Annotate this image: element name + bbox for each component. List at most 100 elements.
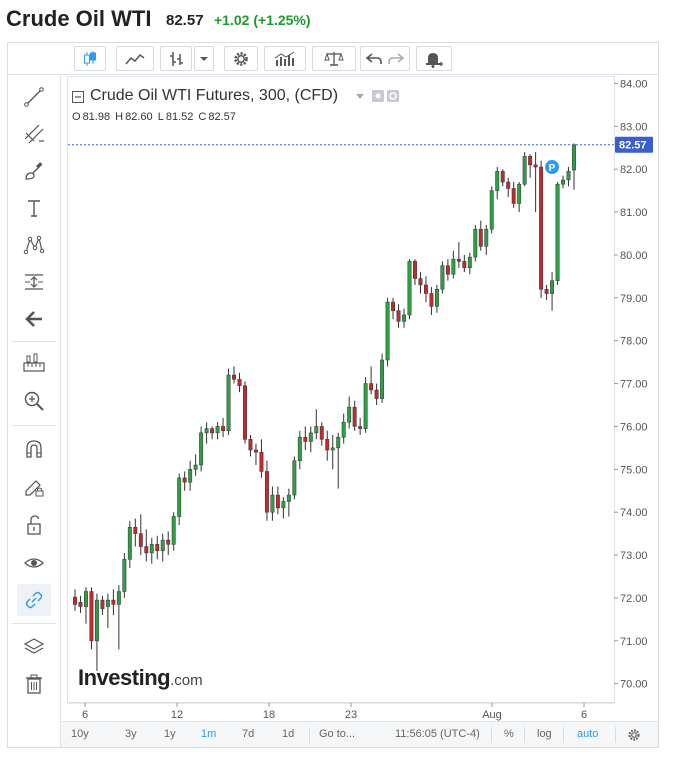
candle-body — [572, 144, 576, 171]
open-label: O — [72, 111, 81, 123]
candle-body — [270, 494, 275, 513]
y-tick-label: 73.00 — [620, 550, 648, 562]
candle-body — [462, 261, 467, 269]
candle-body — [259, 451, 264, 472]
candle-body — [511, 188, 516, 204]
y-tick-label: 83.00 — [620, 121, 648, 133]
log-toggle[interactable]: log — [537, 728, 552, 740]
candle-body — [352, 406, 357, 427]
candle-body — [248, 439, 253, 451]
candle-body — [204, 428, 209, 434]
y-tick-label: 72.00 — [620, 593, 648, 605]
candle-body — [566, 171, 571, 181]
candle-body — [89, 591, 94, 642]
candle-body — [363, 383, 368, 429]
close-value: 82.57 — [208, 111, 236, 123]
candle-body — [215, 426, 220, 434]
candle-body — [555, 183, 560, 281]
high-value: 82.60 — [125, 111, 153, 123]
candle-body — [303, 436, 308, 442]
header: Crude Oil WTI 82.57 +1.02 (+1.25%) — [0, 0, 680, 42]
candle-body — [138, 533, 143, 547]
hide-series-icon[interactable] — [372, 90, 384, 102]
candle-body — [232, 374, 236, 380]
candle-body — [177, 477, 182, 517]
candle-body — [243, 385, 247, 440]
low-value: 81.52 — [165, 111, 194, 123]
auto-toggle[interactable]: auto — [577, 728, 598, 740]
y-tick-label: 71.00 — [620, 636, 648, 648]
candle-body — [308, 432, 313, 442]
candle-body — [193, 464, 198, 470]
chart-settings-icon[interactable] — [627, 728, 641, 742]
candle-body — [155, 544, 160, 552]
legend-dropdown-icon[interactable] — [355, 93, 365, 101]
close-label: C — [198, 111, 207, 123]
x-tick-label: 23 — [345, 709, 357, 721]
candle-body — [445, 265, 450, 275]
candle-body — [100, 599, 105, 609]
ohlc-values: O 81.98 H 82.60 L 81.52 C 82.57 — [72, 111, 238, 123]
candle-body — [221, 426, 226, 431]
candle-body — [506, 181, 511, 189]
candle-body — [369, 383, 374, 391]
candle-body — [456, 258, 461, 262]
candle-body — [495, 171, 500, 191]
candle-body — [94, 599, 99, 642]
bottom-divider — [491, 727, 492, 743]
candle-body — [275, 494, 280, 509]
y-tick-label: 84.00 — [620, 78, 648, 90]
legend-title: Crude Oil WTI Futures, 300, (CFD) — [90, 87, 339, 104]
goto-date-button[interactable]: Go to... — [319, 728, 355, 740]
range-1y[interactable]: 1y — [164, 728, 176, 740]
candle-body — [489, 190, 494, 230]
candle-body — [336, 436, 341, 449]
candle-body — [500, 171, 505, 183]
y-tick-label: 79.00 — [620, 293, 648, 305]
percent-toggle[interactable]: % — [504, 728, 514, 740]
candle-body — [160, 539, 165, 552]
y-tick-label: 82.00 — [620, 164, 648, 176]
candle-body — [292, 460, 297, 496]
x-tick-label: 18 — [263, 709, 275, 721]
series-settings-icon[interactable] — [387, 90, 399, 102]
candle-body — [210, 428, 215, 434]
candle-body — [478, 228, 483, 247]
range-1d[interactable]: 1d — [282, 728, 294, 740]
candle-body — [391, 301, 395, 311]
candle-body — [144, 546, 149, 554]
candle-body — [297, 436, 302, 461]
low-label: L — [157, 111, 164, 123]
open-value: 81.98 — [82, 111, 111, 123]
candle-body — [166, 539, 171, 545]
candle-body — [73, 596, 77, 605]
y-tick-label: 78.00 — [620, 336, 648, 348]
candle-body — [286, 494, 291, 502]
candle-body — [116, 591, 121, 605]
candle-body — [423, 284, 428, 294]
candle-body — [264, 471, 269, 513]
range-3y[interactable]: 3y — [125, 728, 137, 740]
candle-body — [347, 406, 352, 423]
candle-body — [407, 261, 412, 316]
series-legend: Crude Oil WTI Futures, 300, (CFD) — [90, 87, 338, 105]
high-label: H — [115, 111, 124, 123]
investing-logo: Investing.com — [78, 665, 203, 691]
candle-body — [182, 477, 187, 483]
event-marker-label: P — [549, 163, 556, 174]
range-10y[interactable]: 10y — [71, 728, 89, 740]
collapse-legend-icon[interactable] — [72, 91, 84, 103]
candle-body — [539, 166, 544, 290]
candle-body — [237, 379, 242, 386]
candle-body — [550, 280, 555, 294]
range-7d[interactable]: 7d — [242, 728, 254, 740]
chart-widget: 84.00 83.00 82.00 81.00 80.00 79.00 78.00 77.00… — [7, 42, 659, 748]
time-display: 11:56:05 (UTC-4) — [395, 728, 480, 740]
y-tick-label: 77.00 — [620, 379, 648, 391]
y-tick-label: 75.00 — [620, 464, 648, 476]
range-1m[interactable]: 1m — [201, 728, 216, 740]
candle-body — [522, 156, 527, 185]
candle-body — [254, 449, 258, 453]
bottom-divider — [615, 727, 616, 743]
candle-body — [111, 599, 116, 605]
